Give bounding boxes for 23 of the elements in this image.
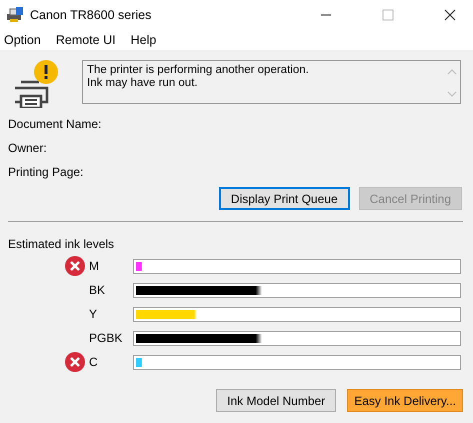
action-button[interactable]: Easy Ink Delivery... [347,389,463,412]
ink-name: PGBK [88,331,124,345]
ink-name: M [88,259,100,273]
maximize-icon[interactable] [382,9,394,21]
menu-item[interactable]: Option [4,33,41,47]
window-title: Canon TR8600 series [30,8,152,22]
action-button[interactable]: Display Print Queue [218,187,350,210]
job-label: Printing Page: [8,165,84,179]
menu-item[interactable]: Help [130,33,156,47]
job-label: Owner: [8,141,48,155]
scroll-up-icon[interactable] [447,69,457,75]
scroll-down-icon[interactable] [447,91,457,97]
ink-name: Y [88,307,98,321]
menu-item[interactable]: Remote UI [56,33,116,47]
printer-app-icon [6,7,24,23]
ink-name: BK [88,283,106,297]
ink-name: C [88,355,99,369]
close-icon[interactable] [444,9,456,21]
job-label: Document Name: [8,117,102,131]
section-title: Estimated ink levels [8,237,116,251]
status-message: Ink may have run out. [87,77,199,90]
status-message: The printer is performing another operation. [87,64,310,77]
action-button[interactable]: Ink Model Number [216,389,336,412]
